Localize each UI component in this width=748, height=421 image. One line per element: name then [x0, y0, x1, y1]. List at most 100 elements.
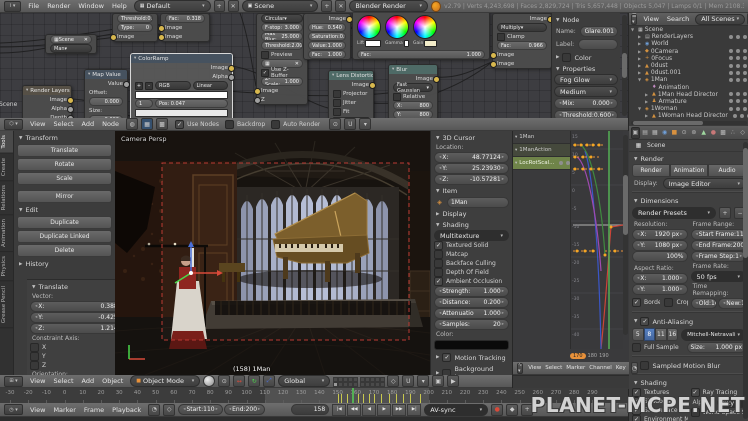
node-colorramp[interactable]: ▾ColorRampImageAlpha+-RGBLinear1Pos: 0.0… [130, 53, 233, 118]
shader-nodes-icon[interactable]: ◍ [126, 118, 138, 130]
node-row-in[interactable]: Image [161, 23, 209, 32]
node-lens-distortion[interactable]: ▾Lens DistortionImageProjectorJitterFit [328, 70, 374, 118]
button-5[interactable]: 5 [632, 328, 644, 341]
field-new[interactable]: ◂New:100▸ [718, 298, 746, 309]
ramp-tool-rgb[interactable]: RGB [155, 81, 191, 90]
outliner-item-0camera[interactable]: ▶◆0Camera [629, 48, 748, 55]
button-mirror[interactable]: Mirror [17, 190, 112, 203]
editor-type-icon[interactable]: ⬡ ▾ [4, 119, 23, 130]
delete-scene-button[interactable]: ✕ [335, 0, 346, 12]
node-defocus[interactable]: Circular▾F-stop:3.000Max Blur:25.000Thre… [256, 13, 308, 105]
current-frame-marker[interactable] [352, 388, 354, 403]
node-row-check[interactable]: Jitter [329, 98, 373, 107]
node-row-in[interactable]: Image [113, 32, 157, 41]
visibility-eye-icon[interactable] [729, 56, 733, 60]
node-color-balance[interactable]: LiftGammaGainFac:1.000 [352, 13, 490, 60]
button-delete[interactable]: Delete [17, 244, 112, 257]
expand-icon[interactable]: ▶ [638, 34, 643, 39]
node-field-fac[interactable]: Fac:0.318 [165, 14, 205, 23]
button-rotate[interactable]: Rotate [17, 158, 112, 171]
checkbox-z[interactable]: Z [30, 361, 126, 370]
input-socket[interactable] [254, 97, 261, 104]
node-row-field[interactable]: Threshold:0.010 [113, 14, 157, 23]
menu-add[interactable]: Add [78, 120, 99, 128]
visibility-eye-icon[interactable] [733, 114, 737, 118]
node-editor-scrollbar[interactable] [622, 15, 627, 116]
section-background-images[interactable]: ▶Background Imag [434, 363, 509, 375]
button-duplicate[interactable]: Duplicate [17, 216, 112, 229]
smb-checkbox[interactable] [640, 361, 649, 370]
render-toggle-icon[interactable] [743, 71, 747, 75]
render-opengl-icon[interactable]: ▣ [432, 375, 444, 387]
expand-icon[interactable]: ▶ [638, 56, 643, 61]
node-field-max-blur[interactable]: Max Blur:25.000 [261, 32, 303, 41]
node-row-check[interactable]: Projector [329, 89, 373, 98]
visibility-eye-icon[interactable] [729, 78, 733, 82]
section-translate-operator[interactable]: ▼Translate [30, 281, 126, 292]
node-row-field[interactable]: Y:800 [389, 110, 437, 118]
field-frame-step[interactable]: ◂Frame Step:1▸ [691, 251, 747, 262]
channel-1manaction[interactable]: ▾1ManAction [513, 144, 570, 157]
input-socket[interactable] [254, 88, 261, 95]
color-wheel-gain[interactable] [413, 15, 437, 39]
node-row-out[interactable]: Value [85, 79, 127, 88]
render-result-icon[interactable] [736, 35, 740, 39]
menu-search[interactable]: Search [663, 15, 693, 23]
menu-key[interactable]: Key [614, 365, 628, 371]
render-toggle-icon[interactable] [743, 64, 747, 68]
node-field-type[interactable]: Type:0 [117, 23, 153, 32]
value-bar[interactable] [135, 109, 228, 117]
scene-field[interactable]: ▦Scene✕ [50, 35, 92, 44]
tab-modifiers[interactable]: ⊛ [690, 127, 699, 139]
add-layout-button[interactable]: + [214, 0, 225, 12]
graph-editor[interactable]: ▾1Man▾1ManAction▾LocRotScal... [512, 131, 629, 388]
checkbox-ambient-occlusion[interactable]: ✓Ambient Occlusion [434, 277, 509, 286]
node-row-out[interactable]: Image [23, 95, 71, 104]
menu-select[interactable]: Select [543, 365, 564, 371]
outliner-item-1man[interactable]: ▼◈1Man [629, 76, 748, 83]
manipulator-translate-icon[interactable]: ↔ [233, 375, 245, 387]
node-field-0-000[interactable]: 0.000 [89, 97, 123, 106]
snap-element-icon[interactable]: ▾ [417, 375, 429, 387]
aa-checkbox[interactable]: ✓ [640, 317, 649, 326]
play-reverse-button[interactable]: ◀ [362, 404, 376, 416]
snap-icon[interactable]: U [344, 118, 356, 130]
expand-icon[interactable]: ▼ [631, 27, 636, 32]
node-dropdown[interactable]: Fast Gaussian▾ [393, 83, 433, 92]
expand-icon[interactable]: ▼ [638, 77, 643, 82]
expand-icon[interactable]: ▶ [645, 99, 650, 104]
expand-icon[interactable]: ▶ [638, 63, 643, 68]
node-row-in[interactable]: Image [493, 50, 551, 59]
scene-dropdown[interactable]: ▣ Scene ▾ [242, 0, 319, 12]
node-map-value[interactable]: ▾Map ValueValueOffset:0.000Size:0.003 [84, 69, 128, 118]
outliner-item-1woman-head-director[interactable]: ▶▲1Woman Head Director [629, 112, 748, 119]
screen-layout-dropdown[interactable]: ▦ Default ▾ [134, 0, 211, 12]
checkbox-backface-culling[interactable]: Backface Culling [434, 259, 509, 268]
node-row-out[interactable]: Image [329, 80, 373, 89]
output-socket[interactable] [433, 76, 440, 83]
node-row-field[interactable]: F-stop:3.000 [257, 23, 307, 32]
viewport-scene[interactable]: Camera Persp (158) 1Man [115, 131, 430, 375]
input-socket[interactable] [110, 34, 117, 41]
node-row-check[interactable]: Fit [329, 107, 373, 116]
outliner-item-scene[interactable]: ▼▦Scene [629, 26, 748, 33]
snap-mode-icon[interactable]: ▾ [359, 118, 371, 130]
checkbox-x[interactable]: X [30, 343, 126, 352]
section-node[interactable]: ▼Node [554, 14, 618, 25]
selectability-icon[interactable] [740, 114, 744, 118]
node-row-field[interactable]: Value:1.000 [304, 41, 350, 50]
node-row-in[interactable]: Image [257, 86, 307, 95]
outliner-item-0dust-001[interactable]: ▶▲0dust.001 [629, 69, 748, 76]
field-mix[interactable]: ◂Mix:0.000▸ [554, 98, 618, 109]
node-checkbox[interactable] [261, 51, 269, 59]
node-field-threshold[interactable]: Threshold:2.000 [261, 41, 303, 50]
node-row-field[interactable]: 0.000 [85, 97, 127, 106]
selectability-icon[interactable] [736, 99, 740, 103]
section-shading[interactable]: ▼Shading [632, 377, 746, 388]
node-row-drop[interactable]: Man▾ [46, 44, 96, 53]
node-row-check[interactable]: Preview [257, 50, 307, 59]
node-hue-saturation[interactable]: ImageHue:0.540Saturation:0.940Value:1.00… [303, 13, 351, 60]
ghost-curves-icon[interactable]: ◔ [631, 362, 638, 374]
channel-1man[interactable]: ▾1Man [513, 131, 570, 144]
pin-icon[interactable]: ⊙ [329, 118, 341, 130]
